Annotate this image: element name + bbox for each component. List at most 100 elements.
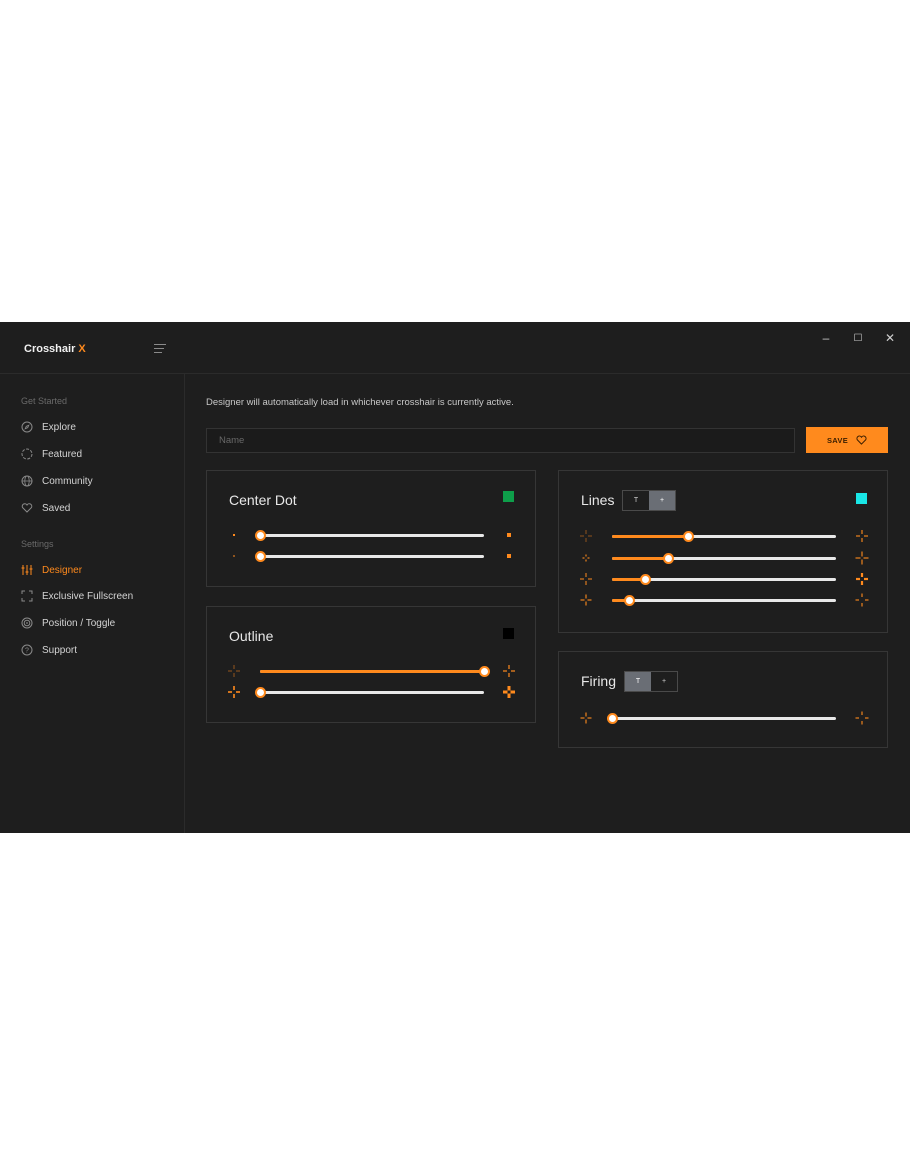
crosshair-name-input[interactable] — [206, 428, 795, 453]
lines-title: Lines — [581, 492, 615, 508]
title-bar: Crosshair X – ☐ ✕ — [0, 322, 910, 374]
firing-style-toggle: T + — [624, 671, 678, 692]
outline-opacity-slider[interactable] — [260, 666, 490, 677]
sidebar-item-label: Support — [42, 644, 78, 656]
firing-spread-slider[interactable] — [606, 713, 836, 724]
faint-crosshair-icon — [579, 529, 593, 543]
firing-card: Firing T + — [558, 651, 888, 748]
outline-title: Outline — [229, 628, 274, 644]
slider-thumb[interactable] — [254, 551, 266, 562]
slider-thumb[interactable] — [662, 553, 674, 564]
solid-crosshair-icon — [502, 664, 516, 678]
slider-thumb[interactable] — [254, 530, 266, 541]
designer-panel: Designer will automatically load in whic… — [185, 374, 910, 833]
menu-toggle-icon[interactable] — [154, 344, 166, 353]
sidebar-item-label: Exclusive Fullscreen — [42, 590, 134, 602]
outline-thickness-slider[interactable] — [254, 687, 484, 698]
lines-thickness-row — [579, 572, 869, 586]
heart-icon — [21, 502, 33, 514]
lines-length-row — [579, 551, 869, 565]
maximize-button[interactable]: ☐ — [848, 328, 868, 348]
center-dot-opacity-row — [227, 549, 517, 563]
lines-plus-style-button[interactable]: + — [649, 491, 675, 510]
thick-outline-icon — [502, 685, 516, 699]
firing-spread-row — [579, 711, 869, 725]
brand-suffix: X — [78, 343, 86, 355]
center-dot-color-swatch[interactable] — [503, 491, 514, 502]
sidebar-item-label: Saved — [42, 502, 71, 514]
tight-crosshair-icon — [579, 711, 593, 725]
sliders-icon — [21, 564, 33, 576]
fullscreen-icon — [21, 590, 33, 602]
firing-title: Firing — [581, 673, 617, 689]
thin-outline-icon — [227, 685, 241, 699]
small-gap-icon — [579, 593, 593, 607]
sidebar-item-support[interactable]: ? Support — [21, 642, 77, 658]
crosshair-target-icon — [21, 617, 33, 629]
sidebar-item-designer[interactable]: Designer — [21, 562, 82, 578]
close-button[interactable]: ✕ — [880, 328, 900, 348]
compass-icon — [21, 421, 33, 433]
lines-gap-row — [579, 593, 869, 607]
slider-thumb[interactable] — [606, 713, 618, 724]
target-circle-icon — [21, 448, 33, 460]
sidebar: Get Started Explore Featured Community S… — [0, 374, 185, 833]
minimize-button[interactable]: – — [816, 328, 836, 348]
faint-dot-icon — [227, 549, 241, 563]
sidebar-item-exclusive-fullscreen[interactable]: Exclusive Fullscreen — [21, 588, 133, 604]
lines-opacity-slider[interactable] — [612, 531, 836, 542]
firing-plus-style-button[interactable]: + — [651, 672, 677, 691]
sidebar-item-position-toggle[interactable]: Position / Toggle — [21, 615, 115, 631]
slider-thumb[interactable] — [478, 666, 490, 677]
sidebar-item-saved[interactable]: Saved — [21, 500, 70, 516]
sidebar-item-label: Position / Toggle — [42, 617, 116, 629]
large-gap-icon — [855, 593, 869, 607]
outline-card: Outline — [206, 606, 536, 723]
lines-t-style-button[interactable]: T — [623, 491, 649, 510]
sidebar-item-label: Community — [42, 475, 93, 487]
save-button-label: SAVE — [826, 435, 849, 445]
settings-label: Settings — [21, 539, 54, 549]
slider-thumb[interactable] — [682, 531, 694, 542]
lines-card: Lines T + — [558, 470, 888, 633]
center-dot-size-slider[interactable] — [254, 530, 484, 541]
spread-crosshair-icon — [855, 711, 869, 725]
lines-style-toggle: T + — [622, 490, 676, 511]
center-dot-title: Center Dot — [229, 492, 297, 508]
thin-lines-icon — [579, 572, 593, 586]
slider-thumb[interactable] — [254, 687, 266, 698]
sidebar-item-label: Designer — [42, 564, 83, 576]
slider-thumb[interactable] — [640, 574, 652, 585]
designer-info-text: Designer will automatically load in whic… — [206, 397, 514, 408]
firing-t-style-button[interactable]: T — [625, 672, 651, 691]
lines-thickness-slider[interactable] — [612, 574, 836, 585]
sidebar-item-explore[interactable]: Explore — [21, 419, 76, 435]
globe-icon — [21, 475, 33, 487]
save-button[interactable]: SAVE — [806, 427, 888, 453]
sidebar-item-community[interactable]: Community — [21, 473, 93, 489]
heart-icon — [856, 433, 867, 448]
lines-color-swatch[interactable] — [856, 493, 867, 504]
faint-crosshair-icon — [227, 664, 241, 678]
outline-color-swatch[interactable] — [503, 628, 514, 639]
small-dot-icon — [227, 528, 241, 542]
app-logo: Crosshair X — [24, 343, 86, 355]
app-window: Crosshair X – ☐ ✕ Get Started Explore Fe… — [0, 322, 910, 833]
center-dot-size-row — [227, 528, 517, 542]
sidebar-item-featured[interactable]: Featured — [21, 446, 82, 462]
lines-length-slider[interactable] — [612, 553, 836, 564]
outline-thickness-row — [227, 685, 517, 699]
solid-dot-icon — [502, 549, 516, 563]
solid-crosshair-icon — [855, 529, 869, 543]
slider-thumb[interactable] — [624, 595, 636, 606]
long-lines-icon — [855, 551, 869, 565]
brand-name: Crosshair — [24, 343, 76, 355]
outline-opacity-row — [227, 664, 517, 678]
lines-gap-slider[interactable] — [612, 595, 836, 606]
svg-text:?: ? — [25, 648, 29, 655]
center-dot-opacity-slider[interactable] — [254, 551, 484, 562]
center-dot-card: Center Dot — [206, 470, 536, 587]
thick-lines-icon — [855, 572, 869, 586]
lines-opacity-row — [579, 529, 869, 543]
large-dot-icon — [502, 528, 516, 542]
